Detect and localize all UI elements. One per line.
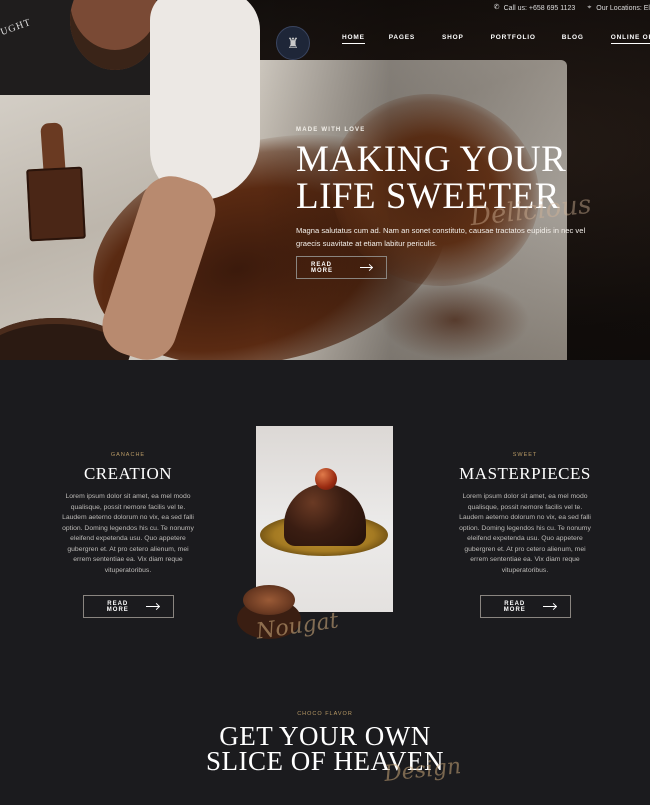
nav-blog[interactable]: BLOG (562, 34, 584, 44)
feature-masterpieces: SWEET MASTERPIECES Lorem ipsum dolor sit… (455, 452, 595, 618)
chocolate-dome-image (284, 484, 366, 546)
phone-icon: ✆ (493, 4, 500, 11)
feature-kicker: SWEET (512, 452, 538, 458)
read-more-label: READ MORE (106, 600, 129, 613)
arrow-right-icon (146, 606, 159, 607)
top-bar: ✆ Call us: +658 695 1123 ⌖ Our Locations… (493, 4, 650, 12)
feature-body: Lorem ipsum dolor sit amet, ea mel modo … (459, 493, 591, 574)
nav-portfolio[interactable]: PORTFOLIO (491, 34, 536, 44)
main-nav: HOME PAGES SHOP PORTFOLIO BLOG ONLINE OR… (342, 34, 650, 44)
hero-content: MADE WITH LOVE MAKING YOUR LIFE SWEETER … (296, 127, 596, 250)
feature-title: MASTERPIECES (459, 464, 591, 483)
hero-read-more-button[interactable]: READ MORE (296, 256, 387, 279)
creation-read-more-button[interactable]: READ MORE (82, 595, 174, 618)
hero-description: Magna salutatus cum ad. Nam an sonet con… (296, 226, 586, 248)
locations-link[interactable]: ⌖ Our Locations: El (585, 4, 650, 12)
bottom-kicker: CHOCO FLAVOR (297, 711, 353, 717)
read-more-label: READ MORE (503, 600, 526, 613)
nav-home[interactable]: HOME (342, 34, 365, 44)
phone-text: Call us: +658 695 1123 (503, 4, 576, 12)
bottom-title: GET YOUR OWN SLICE OF HEAVEN (0, 723, 650, 775)
hero-section: UGHT ♜ ✆ Call us: +658 695 1123 ⌖ Our Lo… (0, 0, 650, 360)
hero-read-more-label: READ MORE (311, 261, 333, 274)
locations-text: Our Locations: El (596, 4, 650, 12)
nav-pages[interactable]: PAGES (389, 34, 415, 44)
truffle-top (243, 585, 295, 615)
hero-eyebrow: MADE WITH LOVE (296, 127, 366, 133)
hero-title-line1: MAKING YOUR (296, 139, 567, 180)
phone-contact[interactable]: ✆ Call us: +658 695 1123 (493, 4, 576, 12)
arrow-right-icon (543, 606, 556, 607)
feature-kicker: GANACHE (110, 452, 146, 458)
masterpieces-read-more-button[interactable]: READ MORE (479, 595, 571, 618)
feature-title: CREATION (83, 464, 173, 483)
feature-creation: GANACHE CREATION Lorem ipsum dolor sit a… (58, 452, 198, 618)
arrow-right-icon (359, 267, 372, 268)
nav-shop[interactable]: SHOP (442, 34, 464, 44)
nav-online-order[interactable]: ONLINE ORDER (610, 34, 650, 44)
location-pin-icon: ⌖ (587, 4, 592, 11)
crest-icon: ♜ (276, 26, 310, 60)
cherry-topping-image (315, 468, 337, 490)
feature-body: Lorem ipsum dolor sit amet, ea mel modo … (62, 493, 194, 574)
bottom-heading: CHOCO FLAVOR GET YOUR OWN SLICE OF HEAVE… (0, 711, 650, 775)
